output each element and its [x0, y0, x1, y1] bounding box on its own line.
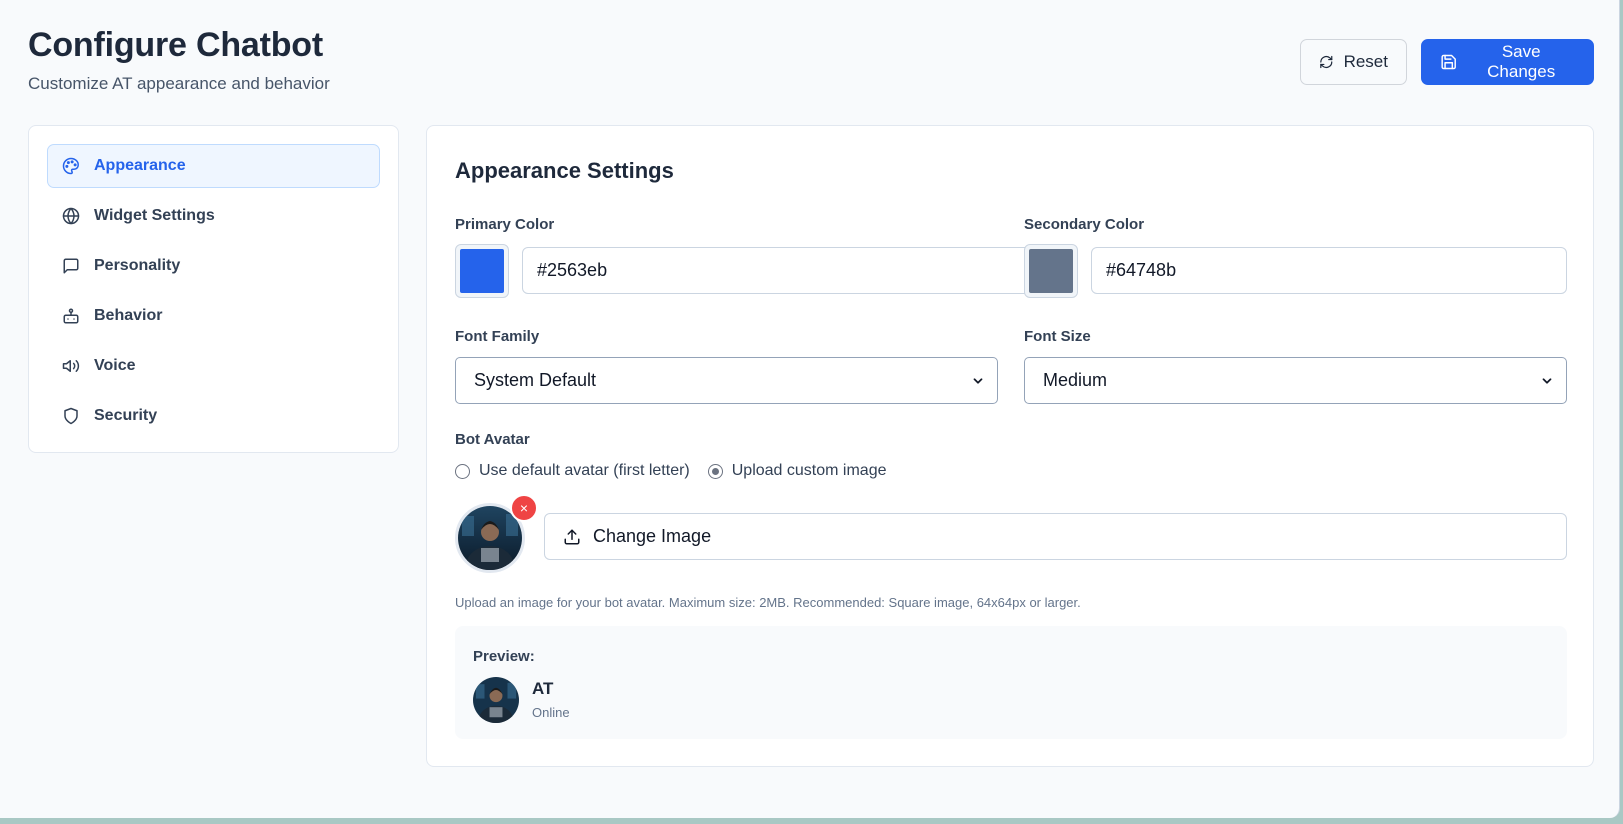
font-family-label: Font Family: [455, 328, 540, 345]
page-subtitle: Customize AT appearance and behavior: [28, 74, 330, 93]
sidebar-item-label: Voice: [94, 357, 136, 374]
appearance-settings-panel: Appearance Settings Primary Color Second…: [426, 125, 1594, 767]
page-title: Configure Chatbot: [28, 26, 323, 64]
preview-bot-status: Online: [532, 705, 570, 720]
custom-image-label[interactable]: Upload custom image: [732, 462, 887, 480]
primary-color-swatch[interactable]: [455, 244, 509, 298]
palette-icon: [62, 157, 79, 175]
font-size-select[interactable]: Medium: [1024, 357, 1567, 404]
secondary-color-swatch[interactable]: [1024, 244, 1078, 298]
sidebar-item-widget-settings[interactable]: Widget Settings: [47, 194, 380, 238]
refresh-icon: [1320, 55, 1333, 69]
message-square-icon: [63, 258, 79, 274]
reset-label: Reset: [1343, 52, 1388, 71]
app-window: Configure Chatbot Customize AT appearanc…: [0, 0, 1620, 818]
secondary-color-input[interactable]: [1091, 247, 1567, 294]
chevron-down-icon: [973, 377, 983, 384]
sidebar-item-security[interactable]: Security: [47, 394, 380, 438]
sidebar-item-label: Behavior: [94, 307, 163, 324]
change-image-label: Change Image: [593, 526, 712, 546]
reset-button[interactable]: Reset: [1300, 39, 1407, 85]
sidebar-item-label: Security: [94, 407, 158, 424]
change-image-button[interactable]: Change Image: [544, 513, 1567, 560]
sidebar-item-appearance[interactable]: Appearance: [47, 144, 380, 188]
speaker-icon: [62, 360, 80, 372]
upload-icon: [564, 529, 580, 544]
custom-image-radio[interactable]: [707, 463, 723, 479]
sidebar-item-label: Appearance: [94, 157, 186, 174]
shield-icon: [64, 407, 78, 425]
font-size-label: Font Size: [1024, 328, 1091, 345]
panel-title: Appearance Settings: [455, 158, 674, 183]
preview-label: Preview:: [473, 648, 535, 665]
bot-icon: [63, 308, 79, 324]
chevron-down-icon: [1542, 377, 1552, 384]
bot-avatar-label: Bot Avatar: [455, 431, 530, 448]
font-family-select[interactable]: System Default: [455, 357, 998, 404]
globe-icon: [62, 207, 80, 225]
secondary-color-fill: [1029, 249, 1073, 293]
primary-color-fill: [460, 249, 504, 293]
primary-color-input[interactable]: [522, 247, 1065, 294]
sidebar-item-label: Widget Settings: [94, 207, 215, 224]
primary-color-label: Primary Color: [455, 216, 555, 233]
preview-avatar-image: [473, 677, 519, 723]
font-family-value: System Default: [474, 370, 597, 390]
avatar-options: Use default avatar (first letter) Upload…: [455, 462, 887, 480]
default-avatar-radio[interactable]: [455, 463, 470, 479]
secondary-color-label: Secondary Color: [1024, 216, 1145, 233]
settings-sidebar: Appearance Widget Settings Personality B…: [28, 125, 399, 453]
preview-bot-name: AT: [532, 679, 554, 698]
sidebar-item-personality[interactable]: Personality: [47, 244, 380, 288]
remove-avatar-button[interactable]: ×: [510, 494, 538, 522]
save-icon: [1441, 54, 1456, 70]
sidebar-item-label: Personality: [94, 257, 181, 274]
save-label: Save Changes: [1487, 42, 1556, 81]
save-changes-button[interactable]: Save Changes: [1421, 39, 1594, 85]
default-avatar-label[interactable]: Use default avatar (first letter): [479, 462, 690, 480]
preview-box: Preview: AT Online: [455, 626, 1567, 739]
preview-avatar: [473, 677, 519, 723]
avatar-help-text: Upload an image for your bot avatar. Max…: [455, 595, 1081, 610]
sidebar-item-behavior[interactable]: Behavior: [47, 294, 380, 338]
font-size-value: Medium: [1043, 370, 1108, 390]
sidebar-item-voice[interactable]: Voice: [47, 344, 380, 388]
